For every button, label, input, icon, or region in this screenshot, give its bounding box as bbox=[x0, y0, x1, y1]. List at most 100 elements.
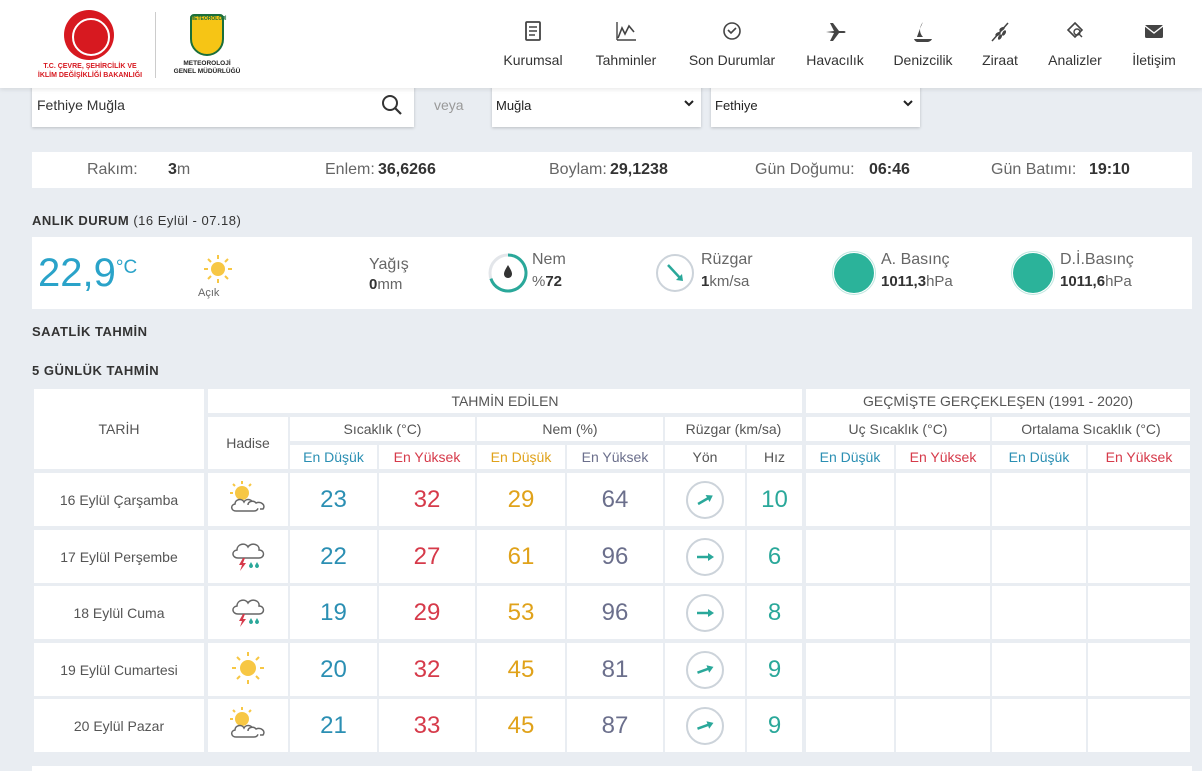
nav-havacilik[interactable]: Havacılık bbox=[804, 18, 866, 78]
wind-direction-icon bbox=[656, 254, 694, 292]
temp-min-cell: 23 bbox=[290, 473, 377, 526]
wind-speed-cell: 10 bbox=[747, 473, 802, 526]
precipitation-label: Yağış bbox=[369, 256, 409, 273]
wind-direction-cell bbox=[665, 530, 745, 583]
historical-cell bbox=[992, 643, 1086, 696]
event-cell bbox=[208, 643, 288, 696]
nav-iletisim[interactable]: İletişim bbox=[1126, 18, 1182, 78]
pressure-value: 1011,3hPa bbox=[881, 273, 953, 290]
historical-cell bbox=[806, 530, 894, 583]
historical-cell bbox=[896, 530, 990, 583]
humidity-min-cell: 29 bbox=[477, 473, 565, 526]
temp-max-cell: 32 bbox=[379, 473, 475, 526]
humidity-min-cell: 45 bbox=[477, 643, 565, 696]
latitude-value: 36,6266 bbox=[378, 161, 436, 178]
forecast-group-header: TAHMİN EDİLEN bbox=[208, 389, 802, 413]
thunderstorm-icon bbox=[226, 594, 270, 631]
temp-max-cell: 32 bbox=[379, 643, 475, 696]
sailboat-icon bbox=[914, 22, 932, 42]
historical-cell bbox=[896, 586, 990, 639]
historical-cell bbox=[806, 643, 894, 696]
thunderstorm-icon bbox=[226, 538, 270, 575]
humidity-header: Nem (%) bbox=[477, 417, 663, 441]
historical-group-header: GEÇMİŞTE GERÇEKLEŞEN (1991 - 2020) bbox=[806, 389, 1190, 413]
sunset-label: Gün Batımı: bbox=[991, 161, 1077, 178]
wind-arrow-icon bbox=[686, 537, 724, 576]
temp-min-cell: 20 bbox=[290, 643, 377, 696]
temp-min-header: En Düşük bbox=[290, 445, 377, 469]
province-select[interactable]: Muğla bbox=[492, 82, 701, 127]
partly-cloudy-icon bbox=[226, 481, 270, 518]
humidity-max-cell: 81 bbox=[567, 643, 663, 696]
station-info-bar: Rakım: 3m Enlem: 36,6266 Boylam: 29,1238… bbox=[32, 152, 1192, 188]
historical-cell bbox=[1088, 699, 1190, 752]
wind-value: 1km/sa bbox=[701, 273, 750, 290]
nav-tahminler[interactable]: Tahminler bbox=[590, 18, 662, 78]
humidity-max-cell: 96 bbox=[567, 586, 663, 639]
nav-analizler[interactable]: Analizler bbox=[1044, 18, 1106, 78]
temp-min-cell: 19 bbox=[290, 586, 377, 639]
altitude-label: Rakım: bbox=[87, 161, 138, 178]
event-cell bbox=[208, 586, 288, 639]
hourly-forecast-title[interactable]: SAATLİK TAHMİN bbox=[32, 324, 148, 339]
wind-arrow-icon bbox=[686, 650, 724, 689]
analysis-icon bbox=[1066, 21, 1084, 39]
mgm-logo[interactable]: METEOROLOJİ METEOROLOJİ GENEL MÜDÜRLÜĞÜ bbox=[166, 12, 248, 82]
average-temp-header: Ortalama Sıcaklık (°C) bbox=[992, 417, 1190, 441]
humidity-max-cell: 96 bbox=[567, 530, 663, 583]
historical-cell bbox=[896, 473, 990, 526]
latitude-label: Enlem: bbox=[325, 161, 375, 178]
check-circle-icon bbox=[723, 22, 741, 40]
temp-max-cell: 33 bbox=[379, 699, 475, 752]
humidity-label: Nem bbox=[532, 251, 566, 268]
partly-cloudy-icon bbox=[226, 707, 270, 744]
longitude-label: Boylam: bbox=[549, 161, 607, 178]
date-cell: 18 Eylül Cuma bbox=[34, 586, 204, 639]
humidity-max-cell: 87 bbox=[567, 699, 663, 752]
event-header: Hadise bbox=[208, 417, 288, 469]
wind-label: Rüzgar bbox=[701, 251, 753, 268]
historical-cell bbox=[992, 473, 1086, 526]
hist-extreme-min-header: En Düşük bbox=[806, 445, 894, 469]
altitude-value: 3m bbox=[168, 161, 191, 178]
wheat-icon bbox=[991, 22, 1009, 42]
wind-speed-cell: 6 bbox=[747, 530, 802, 583]
historical-cell bbox=[806, 586, 894, 639]
search-icon[interactable] bbox=[380, 93, 404, 117]
location-search-input[interactable]: Fethiye Muğla bbox=[32, 82, 414, 127]
sea-pressure-icon bbox=[1013, 253, 1053, 293]
nav-denizcilik[interactable]: Denizcilik bbox=[890, 18, 956, 78]
date-cell: 16 Eylül Çarşamba bbox=[34, 473, 204, 526]
date-cell: 19 Eylül Cumartesi bbox=[34, 643, 204, 696]
wind-direction-cell bbox=[665, 586, 745, 639]
logo-divider bbox=[155, 12, 156, 78]
temp-min-cell: 22 bbox=[290, 530, 377, 583]
sunset-value: 19:10 bbox=[1089, 161, 1130, 178]
page-bottom-strip bbox=[32, 766, 1192, 771]
sea-pressure-value: 1011,6hPa bbox=[1060, 273, 1132, 290]
nav-son-durumlar[interactable]: Son Durumlar bbox=[684, 18, 780, 78]
humidity-min-cell: 61 bbox=[477, 530, 565, 583]
wind-speed-cell: 9 bbox=[747, 643, 802, 696]
wind-speed-header: Hız bbox=[747, 445, 802, 469]
hist-avg-max-header: En Yüksek bbox=[1088, 445, 1190, 469]
sea-pressure-label: D.İ.Basınç bbox=[1060, 251, 1134, 268]
district-select[interactable]: Fethiye bbox=[711, 82, 920, 127]
historical-cell bbox=[806, 699, 894, 752]
mail-icon bbox=[1144, 25, 1164, 38]
humidity-max-cell: 64 bbox=[567, 473, 663, 526]
wind-header: Rüzgar (km/sa) bbox=[665, 417, 802, 441]
nav-kurumsal[interactable]: Kurumsal bbox=[500, 18, 566, 78]
humidity-min-cell: 45 bbox=[477, 699, 565, 752]
sunrise-label: Gün Doğumu: bbox=[755, 161, 855, 178]
ministry-logo[interactable]: T.C. ÇEVRE, ŞEHİRCİLİK VE İKLİM DEĞİŞİKL… bbox=[30, 10, 150, 82]
date-header: TARİH bbox=[34, 389, 204, 469]
nav-ziraat[interactable]: Ziraat bbox=[976, 18, 1024, 78]
wind-direction-cell bbox=[665, 699, 745, 752]
chevron-down-icon bbox=[684, 100, 694, 107]
historical-cell bbox=[992, 530, 1086, 583]
wind-direction-cell bbox=[665, 643, 745, 696]
wind-direction-header: Yön bbox=[665, 445, 745, 469]
precipitation-value: 0mm bbox=[369, 276, 403, 293]
current-conditions-title: ANLIK DURUM (16 Eylül - 07.18) bbox=[32, 213, 242, 228]
